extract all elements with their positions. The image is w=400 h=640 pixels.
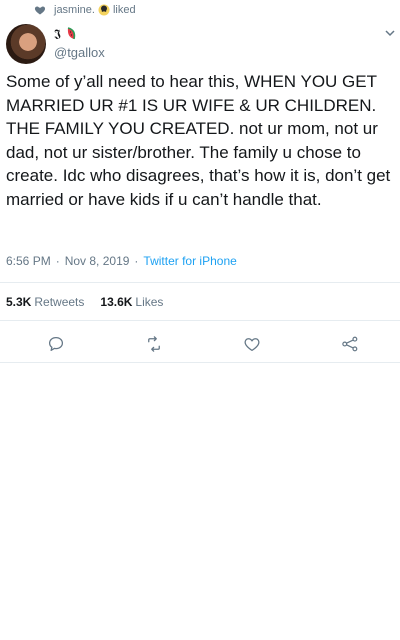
meta-separator: · — [134, 254, 139, 268]
liker-name[interactable]: jasmine. — [54, 4, 95, 16]
liked-label: liked — [112, 4, 136, 16]
retweets-count: 5.3K — [6, 295, 32, 309]
divider — [0, 320, 400, 321]
reply-icon — [48, 336, 64, 352]
divider — [0, 282, 400, 283]
tweet-source[interactable]: Twitter for iPhone — [143, 254, 236, 268]
likes-label: Likes — [135, 295, 164, 309]
emoji-icon — [98, 4, 110, 16]
tweet-header: 𝕵 @tgallox — [6, 24, 105, 64]
chevron-down-icon[interactable] — [384, 27, 396, 39]
share-icon — [342, 336, 358, 352]
retweets-stat[interactable]: 5.3K Retweets — [6, 295, 84, 309]
social-context[interactable]: jasmine. liked — [34, 2, 136, 18]
author-handle[interactable]: @tgallox — [54, 45, 105, 60]
tweet-stats: 5.3K Retweets 13.6K Likes — [6, 295, 163, 309]
action-bar — [0, 332, 400, 356]
retweet-icon — [148, 336, 160, 352]
display-name[interactable]: 𝕵 — [54, 26, 105, 42]
like-icon — [244, 338, 260, 352]
heart-icon — [34, 6, 46, 15]
tweet-date: Nov 8, 2019 — [64, 254, 130, 268]
tweet-text: Some of y’all need to hear this, WHEN YO… — [6, 72, 391, 209]
tweet-time: 6:56 PM — [6, 254, 51, 268]
likes-count: 13.6K — [100, 295, 133, 309]
tweet-meta: 6:56 PM · Nov 8, 2019 · Twitter for iPhone — [6, 254, 237, 268]
like-button[interactable] — [240, 332, 264, 356]
symbol-icon: 𝕵 — [54, 28, 61, 40]
avatar[interactable] — [6, 24, 46, 64]
likes-stat[interactable]: 13.6K Likes — [100, 295, 163, 309]
meta-separator: · — [55, 254, 60, 268]
retweet-button[interactable] — [142, 332, 166, 356]
divider — [0, 362, 400, 363]
retweets-label: Retweets — [34, 295, 85, 309]
share-button[interactable] — [338, 332, 362, 356]
reply-button[interactable] — [44, 332, 68, 356]
watermelon-icon — [67, 27, 75, 40]
